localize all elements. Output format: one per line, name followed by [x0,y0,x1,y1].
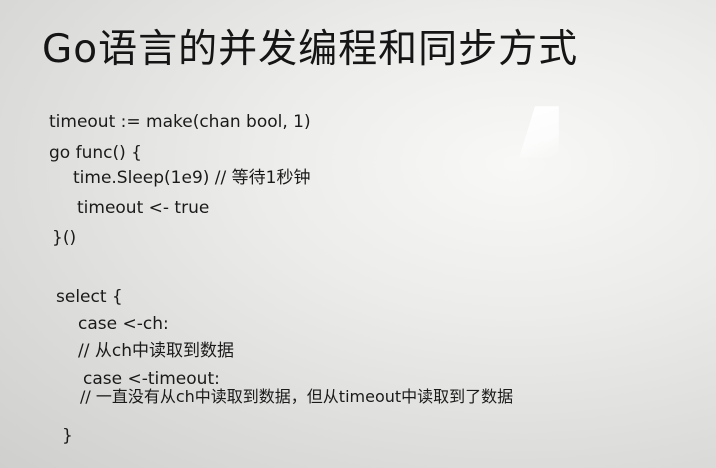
code-line-10: // 一直没有从ch中读取到数据，但从timeout中读取到了数据 [80,387,514,406]
code-line-7: case <-ch: [78,314,169,334]
code-line-11: } [62,426,73,446]
slide-title: Go语言的并发编程和同步方式 [42,27,579,72]
code-line-9: case <-timeout: [83,369,220,389]
code-line-5: }() [52,228,77,248]
code-line-2: go func() { [49,143,142,163]
code-line-3: time.Sleep(1e9) // 等待1秒钟 [73,168,311,188]
light-glare [519,106,559,158]
code-line-8: // 从ch中读取到数据 [78,341,234,361]
code-line-6: select { [56,287,123,307]
slide: Go语言的并发编程和同步方式 timeout := make(chan bool… [0,0,716,468]
code-line-1: timeout := make(chan bool, 1) [49,112,311,132]
code-line-4: timeout <- true [77,198,210,218]
